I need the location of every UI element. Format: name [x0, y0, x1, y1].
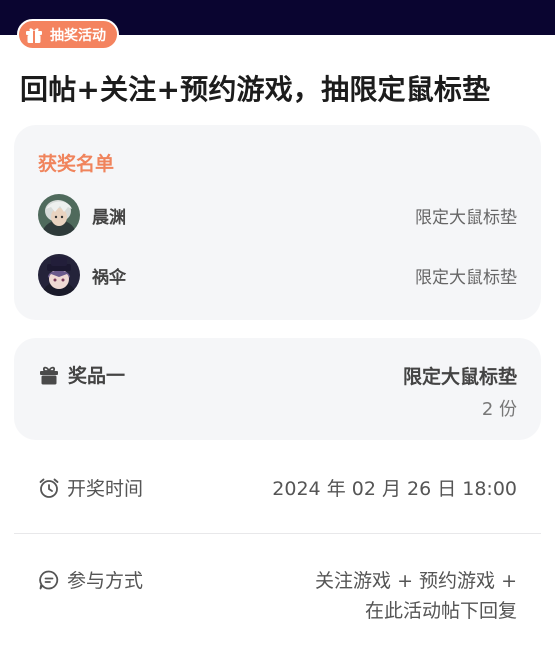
winner-name[interactable]: 晨渊 [92, 203, 126, 228]
participation-value-line2: 在此活动帖下回复 [364, 600, 517, 622]
avatar[interactable] [38, 254, 80, 296]
participation-value: 关注游戏 + 预约游戏 + 在此活动帖下回复 [315, 566, 517, 626]
participation-value-line1: 关注游戏 + 预约游戏 + [315, 570, 517, 592]
prize-name: 限定大鼠标垫 [402, 366, 517, 388]
post-title: 回帖+关注+预约游戏，抽限定鼠标垫 [20, 73, 491, 106]
draw-time-label: 开奖时间 [67, 478, 144, 500]
winner-name[interactable]: 祸伞 [92, 263, 126, 288]
winner-row[interactable]: 祸伞 限定大鼠标垫 [38, 253, 517, 297]
winners-card: 获奖名单 晨渊 限定大鼠标垫 祸伞 限定大鼠标垫 [14, 125, 541, 320]
winner-prize: 限定大鼠标垫 [415, 207, 517, 228]
badge-label: 抽奖活动 [50, 27, 106, 44]
divider [14, 533, 541, 534]
prize-quantity: 2 份 [481, 399, 517, 420]
gift-icon [40, 366, 58, 384]
alarm-clock-icon [39, 478, 59, 498]
draw-time-value: 2024 年 02 月 26 日 18:00 [272, 478, 517, 500]
winners-heading: 获奖名单 [38, 153, 115, 175]
gift-box-icon [26, 27, 42, 43]
winner-row[interactable]: 晨渊 限定大鼠标垫 [38, 193, 517, 237]
prize-label: 奖品一 [68, 365, 126, 387]
prize-label-group: 奖品一 [38, 361, 125, 388]
chat-bubble-icon [39, 570, 59, 589]
participation-label: 参与方式 [67, 570, 144, 592]
lottery-badge: 抽奖活动 [17, 19, 119, 50]
prize-card: 奖品一 限定大鼠标垫 2 份 [14, 338, 541, 440]
avatar[interactable] [38, 194, 80, 236]
winner-prize: 限定大鼠标垫 [415, 267, 517, 288]
